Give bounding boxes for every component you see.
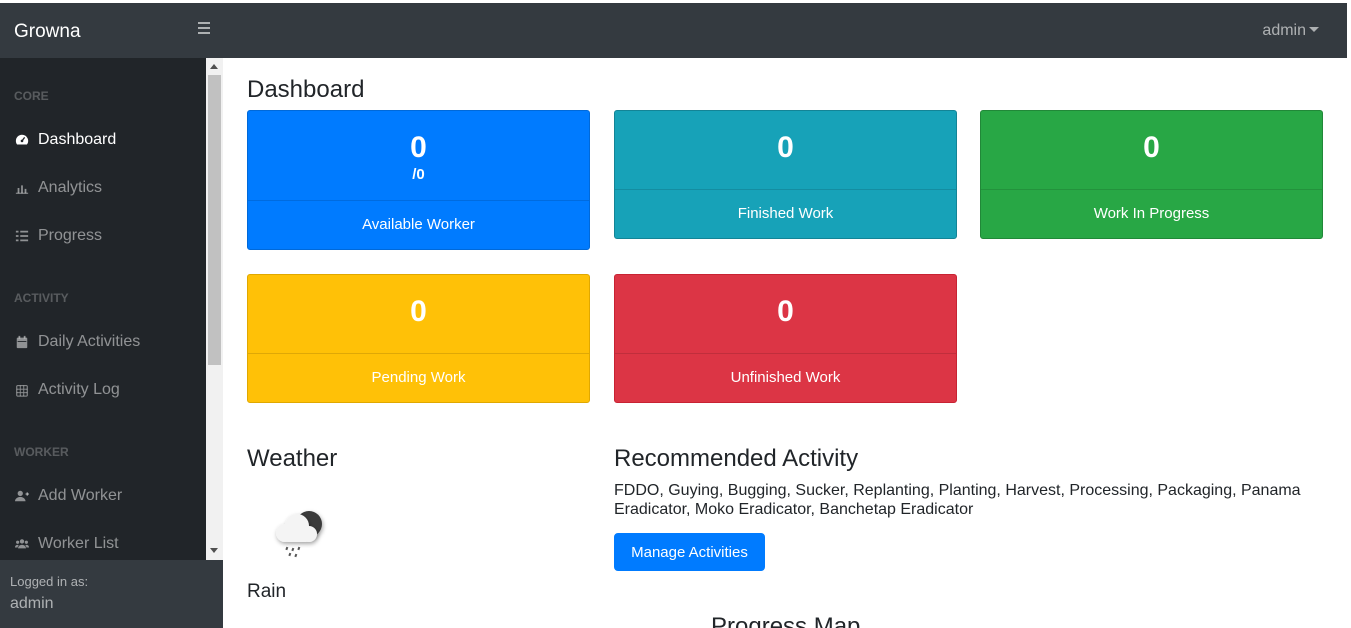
card-value: 0 — [410, 131, 427, 164]
users-icon — [14, 536, 30, 552]
chart-bar-icon — [14, 180, 30, 196]
card-label[interactable]: Pending Work — [248, 353, 589, 402]
page-title: Dashboard — [247, 76, 365, 103]
sidebar-item-label: Activity Log — [38, 381, 120, 398]
user-dropdown-label: admin — [1262, 22, 1306, 39]
user-dropdown[interactable]: admin — [1262, 22, 1319, 40]
logged-in-user: admin — [10, 595, 54, 612]
sidebar-toggle-icon[interactable] — [196, 19, 216, 39]
weather-condition: Rain — [247, 581, 287, 602]
main-scrollbar[interactable] — [1347, 3, 1351, 628]
sidebar-scrollbar[interactable] — [206, 58, 223, 560]
sidebar-heading-activity: ACTIVITY — [14, 291, 69, 305]
progress-map-title: Progress Map — [711, 613, 861, 628]
user-plus-icon — [14, 488, 30, 504]
sidebar-item-analytics[interactable]: Analytics — [14, 179, 102, 197]
logged-in-label: Logged in as: — [10, 574, 89, 589]
recommended-activity-list: FDDO, Guying, Bugging, Sucker, Replantin… — [614, 482, 1301, 518]
sidebar-footer: Logged in as: admin — [0, 560, 223, 628]
sidebar-item-activity-log[interactable]: Activity Log — [14, 381, 120, 399]
sidebar-item-worker-list[interactable]: Worker List — [14, 535, 119, 553]
card-unfinished-work: 0 Unfinished Work — [614, 274, 957, 403]
card-label[interactable]: Finished Work — [615, 189, 956, 238]
card-value: 0 — [410, 295, 427, 328]
scrollbar-thumb[interactable] — [208, 75, 221, 365]
sidebar-item-label: Daily Activities — [38, 333, 141, 350]
sidebar-item-label: Add Worker — [38, 487, 123, 504]
top-navbar: Growna admin — [0, 3, 1347, 58]
sidebar-item-progress[interactable]: Progress — [14, 227, 102, 245]
sidebar-item-label: Analytics — [38, 179, 103, 196]
manage-activities-button[interactable]: Manage Activities — [614, 533, 765, 571]
card-label[interactable]: Available Worker — [248, 200, 589, 249]
card-value: 0 — [777, 295, 794, 328]
card-available-worker: 0 /0 Available Worker — [247, 110, 590, 250]
tachometer-icon — [14, 132, 30, 148]
card-finished-work: 0 Finished Work — [614, 110, 957, 239]
calendar-icon — [14, 334, 30, 350]
sidebar-item-label: Dashboard — [38, 131, 117, 148]
sidebar-heading-worker: WORKER — [14, 445, 69, 459]
caret-down-icon — [1309, 27, 1319, 32]
brand-logo[interactable]: Growna — [14, 21, 81, 43]
main-content: Dashboard 0 /0 Available Worker 0 Finish… — [223, 58, 1347, 628]
scroll-up-icon[interactable] — [210, 64, 218, 69]
card-pending-work: 0 Pending Work — [247, 274, 590, 403]
sidebar-item-daily-activities[interactable]: Daily Activities — [14, 333, 140, 351]
sidebar-heading-core: CORE — [14, 89, 49, 103]
sidebar-item-dashboard[interactable]: Dashboard — [14, 131, 116, 149]
card-value: 0 — [1143, 131, 1160, 164]
card-work-in-progress: 0 Work In Progress — [980, 110, 1323, 239]
weather-title: Weather — [247, 445, 338, 472]
card-subvalue: /0 — [412, 166, 425, 183]
rain-cloud-icon — [267, 498, 337, 568]
sidebar: CORE Dashboard Analytics Progress ACTIVI… — [0, 58, 206, 560]
scroll-down-icon[interactable] — [210, 548, 218, 553]
sidebar-item-label: Worker List — [38, 535, 119, 552]
card-label[interactable]: Work In Progress — [981, 189, 1322, 238]
card-value: 0 — [777, 131, 794, 164]
tasks-icon — [14, 228, 30, 244]
card-label[interactable]: Unfinished Work — [615, 353, 956, 402]
sidebar-item-add-worker[interactable]: Add Worker — [14, 487, 122, 505]
calendar-grid-icon — [14, 382, 30, 398]
recommended-activity-title: Recommended Activity — [614, 445, 859, 472]
sidebar-item-label: Progress — [38, 227, 103, 244]
